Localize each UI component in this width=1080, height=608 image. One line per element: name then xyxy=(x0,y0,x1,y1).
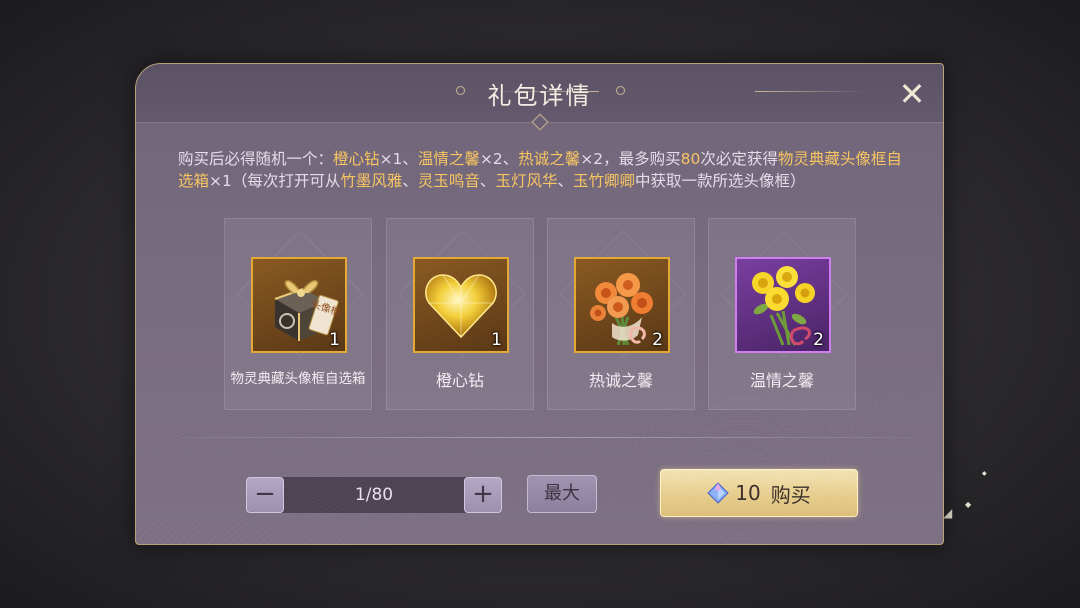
item-icon-frame: 头像框 1 xyxy=(251,257,347,353)
item-count: 2 xyxy=(813,330,824,350)
item-name: 橙心钻 xyxy=(435,371,484,390)
sparkle-decoration: ◆ xyxy=(982,470,987,477)
pack-description: 购买后必得随机一个：橙心钻×1、温情之馨×2、热诚之馨×2，最多购买80次必定获… xyxy=(178,150,902,190)
sparkle-decoration: ◢ xyxy=(943,506,953,520)
item-name: 物灵典藏头像框自选箱 xyxy=(230,371,366,387)
max-quantity-button[interactable]: 最大 xyxy=(527,475,597,513)
item-icon-frame: 1 xyxy=(413,257,509,353)
item-count: 1 xyxy=(329,330,340,350)
title-ornament-dot xyxy=(616,86,625,95)
item-icon-frame: 2 xyxy=(735,257,831,353)
decrease-quantity-button[interactable]: − xyxy=(246,477,284,513)
item-card-tender-warmth-bouquet[interactable]: 2 温情之馨 xyxy=(708,218,856,410)
close-button[interactable]: ✕ xyxy=(894,78,930,110)
item-name: 温情之馨 xyxy=(749,371,814,390)
dialog-title: 礼包详情 xyxy=(487,82,592,110)
title-ornament-right xyxy=(755,91,865,92)
diamond-currency-icon xyxy=(707,482,729,504)
quantity-value: 1/80 xyxy=(354,485,394,505)
section-divider xyxy=(180,437,913,438)
item-count: 2 xyxy=(652,330,663,350)
item-card-warm-sincerity-bouquet[interactable]: 2 热诚之馨 xyxy=(547,218,695,410)
increase-quantity-button[interactable]: + xyxy=(464,477,502,513)
item-icon-frame: 2 xyxy=(574,257,670,353)
item-count: 1 xyxy=(491,330,502,350)
item-card-avatar-frame-box[interactable]: 头像框 1 物灵典藏头像框自选箱 xyxy=(224,218,372,410)
buy-button[interactable]: 10 购买 xyxy=(660,469,858,517)
gift-pack-dialog: 礼包详情 ✕ 购买后必得随机一个：橙心钻×1、温情之馨×2、热诚之馨×2，最多购… xyxy=(135,63,944,545)
item-card-orange-heart-diamond[interactable]: 1 橙心钻 xyxy=(386,218,534,410)
quantity-stepper: − 1/80 + xyxy=(246,477,502,513)
buy-label: 购买 xyxy=(770,482,811,507)
sparkle-decoration: ◆ xyxy=(965,500,972,509)
item-name: 热诚之馨 xyxy=(588,371,653,390)
buy-price: 10 xyxy=(735,481,761,505)
